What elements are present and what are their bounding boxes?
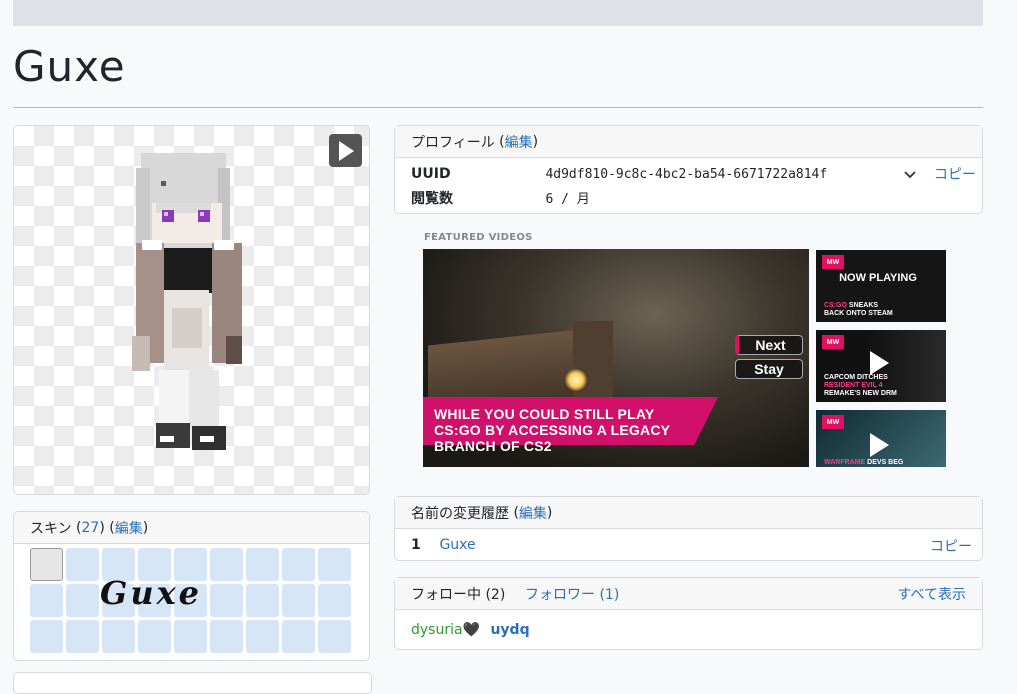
black-heart-icon: 🖤 [462, 622, 481, 638]
name-history-card: 名前の変更履歴 (編集) 1 Guxe コピー [394, 496, 983, 561]
play-icon [870, 433, 889, 457]
skin-thumbnail[interactable] [210, 620, 243, 653]
skin-thumbnail[interactable] [66, 584, 99, 617]
skin-thumbnail[interactable] [282, 620, 315, 653]
video-thumbnail-1[interactable]: MW NOW PLAYING CS:GO SNEAKS BACK ONTO ST… [816, 250, 946, 322]
user-link-dysuria[interactable]: dysuria [411, 622, 463, 638]
featured-videos-label: FEATURED VIDEOS [424, 232, 533, 243]
skin-thumbnail[interactable] [174, 620, 207, 653]
user-link-uydq[interactable]: uydq [490, 622, 529, 638]
follow-list: dysuria🖤 uydq [411, 622, 530, 638]
skin-thumbnail[interactable] [318, 548, 351, 581]
next-card [13, 672, 372, 694]
name-index: 1 [411, 537, 421, 553]
video-thumbnail-3[interactable]: MW WARFRAME DEVS BEG [816, 410, 946, 467]
skin-thumbnail[interactable] [30, 620, 63, 653]
skin-thumbnail[interactable] [30, 584, 63, 617]
thumbnail-3-title: WARFRAME DEVS BEG [824, 459, 904, 466]
profile-card: プロフィール (編集) UUID 4d9df810-9c8c-4bc2-ba54… [394, 125, 983, 214]
skin-thumbnail[interactable] [246, 584, 279, 617]
skin-viewer[interactable] [13, 125, 370, 495]
show-all-link[interactable]: すべて表示 [898, 584, 966, 604]
uuid-row: UUID 4d9df810-9c8c-4bc2-ba54-6671722a814… [411, 166, 827, 182]
name-history-edit-link[interactable]: 編集 [519, 503, 547, 523]
top-navbar [13, 0, 983, 26]
brand-logo: MW [822, 415, 844, 429]
video-next-button[interactable]: Next [735, 335, 803, 355]
name-link[interactable]: Guxe [439, 537, 475, 553]
skin-thumbnail[interactable] [66, 548, 99, 581]
views-label: 閲覧数 [411, 191, 453, 207]
name-history-label: 名前の変更履歴 [411, 505, 509, 522]
now-playing-label: NOW PLAYING [839, 272, 917, 284]
views-value: 6 / 月 [545, 192, 590, 207]
video-thumbnail-2[interactable]: MW CAPCOM DITCHES RESIDENT EVIL 4 REMAKE… [816, 330, 946, 402]
skins-edit-link[interactable]: 編集 [115, 518, 143, 538]
follow-card: フォロー中 (2) フォロワー (1) すべて表示 dysuria🖤 uydq [394, 577, 983, 650]
profile-edit-link[interactable]: 編集 [505, 132, 533, 152]
skins-header: スキン (27) (編集) [14, 512, 369, 544]
skin-render [132, 153, 242, 450]
skin-thumbnail[interactable] [210, 584, 243, 617]
page-title: Guxe [13, 42, 126, 91]
skin-thumbnail[interactable] [102, 620, 135, 653]
skin-thumbnail[interactable] [210, 548, 243, 581]
profile-header-label: プロフィール [411, 134, 495, 151]
follow-header: フォロー中 (2) フォロワー (1) すべて表示 [395, 578, 982, 610]
skin-thumbnail[interactable] [318, 620, 351, 653]
name-history-header: 名前の変更履歴 (編集) [395, 497, 982, 529]
skin-thumbnail[interactable] [318, 584, 351, 617]
views-row: 閲覧数 6 / 月 [411, 188, 590, 208]
name-history-row: 1 Guxe [411, 537, 476, 553]
skins-label: スキン [30, 520, 72, 537]
name-copy-link[interactable]: コピー [930, 536, 972, 556]
animation-play-button[interactable] [329, 134, 362, 167]
title-divider [13, 107, 983, 108]
skin-thumbnail[interactable] [282, 548, 315, 581]
skin-thumbnail[interactable] [66, 620, 99, 653]
skin-thumbnail[interactable] [282, 584, 315, 617]
video-player[interactable]: WHILE YOU COULD STILL PLAY CS:GO BY ACCE… [423, 249, 809, 467]
play-icon [870, 351, 889, 375]
brand-logo: MW [822, 255, 844, 269]
video-stay-button[interactable]: Stay [735, 359, 803, 379]
tab-followers[interactable]: フォロワー (1) [525, 584, 619, 604]
tab-following[interactable]: フォロー中 (2) [411, 584, 525, 604]
uuid-value: 4d9df810-9c8c-4bc2-ba54-6671722a814f [545, 167, 828, 182]
thumbnail-1-title: CS:GO SNEAKS BACK ONTO STEAM [824, 302, 893, 317]
profile-header: プロフィール (編集) [395, 126, 982, 158]
play-icon [339, 141, 354, 161]
skins-count-link[interactable]: 27 [82, 520, 100, 536]
video-frame-flash [565, 369, 587, 391]
video-caption-text: WHILE YOU COULD STILL PLAY CS:GO BY ACCE… [434, 406, 670, 454]
skin-banner-art: Guxe [100, 574, 203, 612]
uuid-copy-link[interactable]: コピー [934, 164, 976, 184]
uuid-label: UUID [411, 166, 451, 182]
skin-thumbnail[interactable] [30, 548, 63, 581]
brand-logo: MW [822, 335, 844, 349]
skins-card: スキン (27) (編集) Guxe [13, 511, 370, 661]
thumbnail-2-title: CAPCOM DITCHES RESIDENT EVIL 4 REMAKE'S … [824, 374, 897, 397]
skin-thumbnail[interactable] [246, 548, 279, 581]
skin-thumbnail[interactable] [138, 620, 171, 653]
chevron-down-icon[interactable] [904, 170, 916, 180]
skin-thumbnail[interactable] [246, 620, 279, 653]
